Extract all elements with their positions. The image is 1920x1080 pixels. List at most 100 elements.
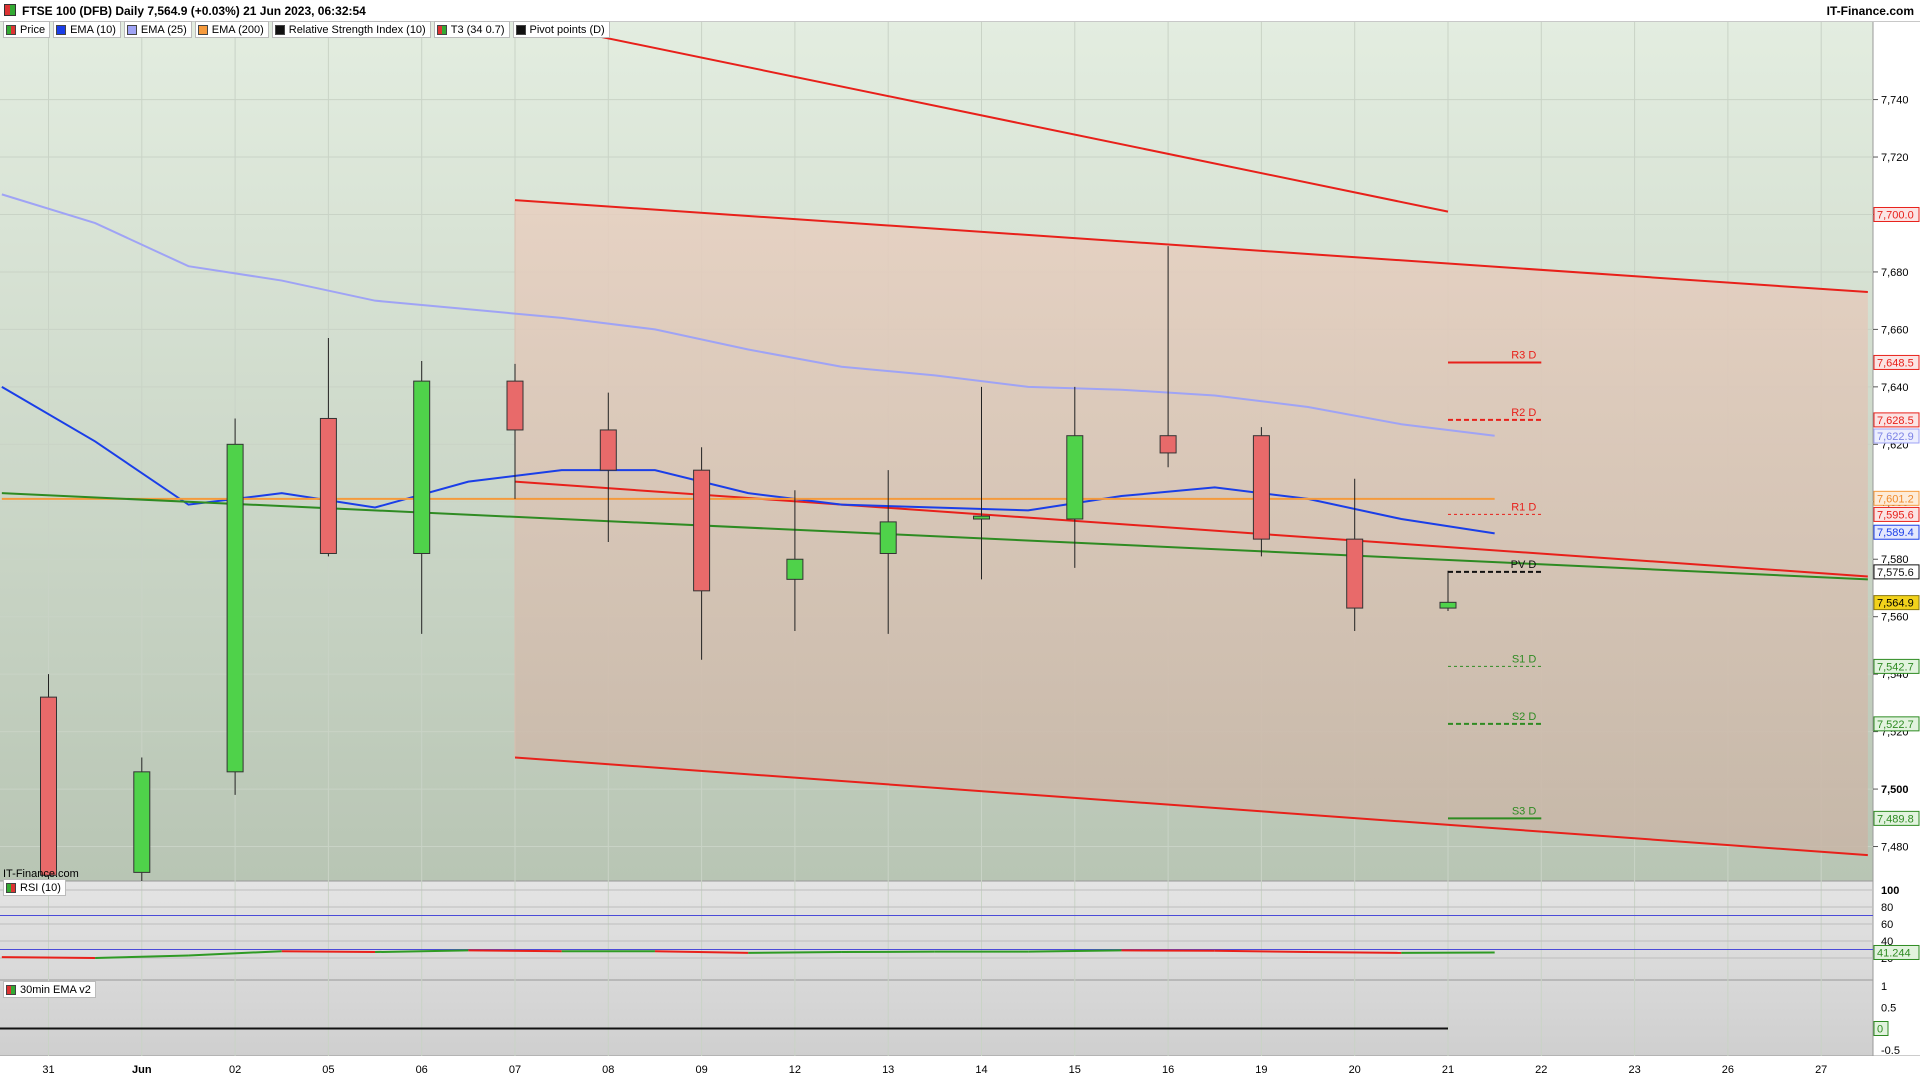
y-tick-label: 7,740 bbox=[1881, 95, 1909, 107]
legend-label: EMA (25) bbox=[140, 23, 187, 36]
legend-item[interactable]: EMA (200) bbox=[194, 21, 269, 38]
rsi-segment bbox=[1028, 949, 1122, 953]
line-icon bbox=[197, 24, 208, 35]
line-icon bbox=[126, 24, 137, 35]
candle-body-down bbox=[1159, 435, 1177, 454]
x-tick-label: 31 bbox=[42, 1064, 54, 1076]
candle-body-up bbox=[1066, 435, 1084, 520]
legend-item[interactable]: EMA (10) bbox=[53, 21, 121, 38]
candle-body-down bbox=[1252, 435, 1270, 540]
candle-body-up bbox=[973, 515, 990, 520]
line-icon bbox=[515, 24, 526, 35]
rsi-segment bbox=[1, 956, 96, 959]
price-tag-label: 7,700.0 bbox=[1877, 209, 1914, 221]
price-tag-label: 7,575.6 bbox=[1877, 567, 1914, 579]
x-tick-label: Jun bbox=[132, 1064, 152, 1076]
candle[interactable] bbox=[1252, 427, 1270, 557]
y-tick-label: 7,680 bbox=[1881, 267, 1909, 279]
candle-body-down bbox=[599, 429, 617, 471]
legend-label: T3 (34 0.7) bbox=[450, 23, 505, 36]
legend-item[interactable]: Relative Strength Index (10) bbox=[271, 21, 431, 38]
x-tick-label: 19 bbox=[1255, 1064, 1267, 1076]
price-tag-label: 7,564.9 bbox=[1877, 598, 1914, 610]
legend-label: Pivot points (D) bbox=[529, 23, 605, 36]
x-tick-label: 13 bbox=[882, 1064, 894, 1076]
rsi-tick-label: 80 bbox=[1881, 902, 1893, 914]
price-tag-label: 7,589.4 bbox=[1877, 527, 1914, 539]
rsi-value-label: 41.244 bbox=[1877, 947, 1911, 959]
price-tag-label: 7,648.5 bbox=[1877, 357, 1914, 369]
line-icon bbox=[56, 24, 67, 35]
x-tick-label: 14 bbox=[975, 1064, 987, 1076]
price-tag-label: 7,628.5 bbox=[1877, 415, 1914, 427]
rsi-segment bbox=[1308, 951, 1402, 954]
candle-body-down bbox=[319, 417, 337, 554]
rsi-label-text: RSI (10) bbox=[20, 881, 61, 894]
x-tick-label: 27 bbox=[1815, 1064, 1827, 1076]
rsi-segment bbox=[281, 950, 376, 954]
pivot-label: S1 D bbox=[1512, 653, 1537, 665]
y-tick-label: 7,720 bbox=[1881, 152, 1909, 164]
x-tick-label: 12 bbox=[789, 1064, 801, 1076]
ema30-tick-label: 0.5 bbox=[1881, 1002, 1896, 1014]
ema30-icon bbox=[6, 984, 16, 995]
legend-item[interactable]: Pivot points (D) bbox=[512, 21, 610, 38]
pivot-label: R1 D bbox=[1511, 501, 1536, 513]
ema30-label-text: 30min EMA v2 bbox=[20, 983, 91, 996]
x-tick-label: 07 bbox=[509, 1064, 521, 1076]
pivot-label: PV D bbox=[1511, 559, 1537, 571]
candle-body-up bbox=[879, 521, 897, 554]
candle[interactable] bbox=[40, 674, 57, 881]
candle-body-up bbox=[133, 771, 151, 873]
candle-body-down bbox=[506, 380, 524, 431]
price-chart[interactable]: R3 D R2 D R1 D PV D S1 D S2 D S3 D 7,480 7,500 7… bbox=[0, 0, 1920, 1080]
legend-item[interactable]: EMA (25) bbox=[123, 21, 192, 38]
price-tag-label: 7,489.8 bbox=[1877, 813, 1914, 825]
rsi-segment bbox=[748, 951, 842, 954]
pivot-label: S2 D bbox=[1512, 711, 1537, 723]
x-tick-label: 02 bbox=[229, 1064, 241, 1076]
rsi-segment bbox=[1214, 949, 1309, 954]
price-tag-label: 7,522.7 bbox=[1877, 719, 1914, 731]
candle-body-up bbox=[786, 558, 804, 580]
channel-fill bbox=[515, 200, 1868, 856]
line-icon bbox=[274, 24, 285, 35]
x-tick-label: 05 bbox=[322, 1064, 334, 1076]
candle-body-down bbox=[693, 469, 711, 592]
ema30-value-label: 0 bbox=[1877, 1024, 1883, 1036]
price-tag-label: 7,542.7 bbox=[1877, 661, 1914, 673]
price-tag-label: 7,622.9 bbox=[1877, 431, 1914, 443]
candle-body-up bbox=[413, 380, 431, 554]
legend-item[interactable]: T3 (34 0.7) bbox=[433, 21, 510, 38]
candle-body-up bbox=[226, 443, 244, 773]
rsi-icon bbox=[6, 882, 16, 893]
x-tick-label: 08 bbox=[602, 1064, 614, 1076]
y-tick-label: 7,660 bbox=[1881, 324, 1909, 336]
legend-label: Price bbox=[20, 23, 46, 36]
candle[interactable] bbox=[226, 418, 244, 795]
ema-panel-label[interactable]: 30min EMA v2 bbox=[3, 981, 96, 998]
pivot-label: S3 D bbox=[1512, 805, 1537, 817]
legend-label: Relative Strength Index (10) bbox=[288, 23, 426, 36]
x-tick-label: 21 bbox=[1442, 1064, 1454, 1076]
x-tick-label: 22 bbox=[1535, 1064, 1547, 1076]
rsi-panel-label[interactable]: RSI (10) bbox=[3, 879, 66, 896]
candle-body-up bbox=[1439, 601, 1457, 609]
legend-item[interactable]: Price bbox=[3, 21, 51, 38]
x-tick-label: 15 bbox=[1069, 1064, 1081, 1076]
y-tick-label: 7,500 bbox=[1881, 784, 1909, 796]
pivot-label: R3 D bbox=[1511, 349, 1536, 361]
rsi-tick-label: 60 bbox=[1881, 919, 1893, 931]
candle-icon bbox=[6, 24, 16, 35]
y-tick-label: 7,560 bbox=[1881, 612, 1909, 624]
pivot-label: R2 D bbox=[1511, 407, 1536, 419]
candle-body-down bbox=[1346, 538, 1364, 609]
indicator-legend: Price EMA (10) EMA (25) EMA (200) Relative S… bbox=[3, 21, 610, 38]
chart-window: FTSE 100 (DFB) Daily 7,564.9 (+0.03%) 21… bbox=[0, 0, 1920, 1080]
x-tick-label: 23 bbox=[1628, 1064, 1640, 1076]
candle[interactable] bbox=[133, 757, 151, 881]
legend-label: EMA (10) bbox=[70, 23, 116, 36]
ema30-tick-label: -0.5 bbox=[1881, 1045, 1900, 1057]
y-tick-label: 7,480 bbox=[1881, 842, 1909, 854]
x-tick-label: 16 bbox=[1162, 1064, 1174, 1076]
